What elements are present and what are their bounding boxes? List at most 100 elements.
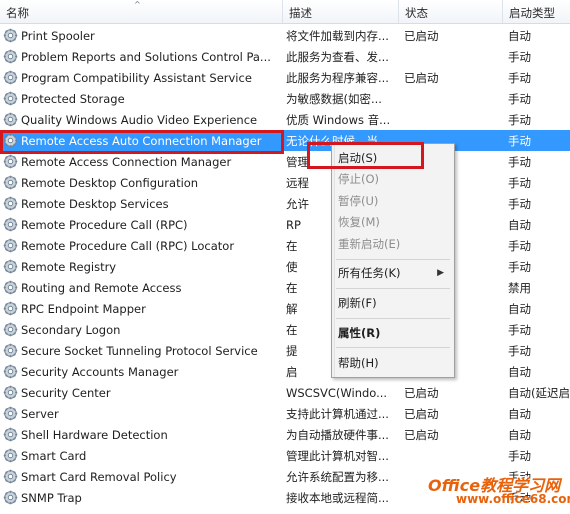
service-name: SNMP Trap xyxy=(21,491,82,505)
service-gear-icon xyxy=(3,301,18,316)
service-gear-icon xyxy=(3,133,18,148)
service-row[interactable]: Protected Storage 为敏感数据(如密... 手动 xyxy=(0,88,570,109)
service-startup-type: 手动 xyxy=(508,470,531,484)
services-list: Print Spooler 将文件加载到内存... 已启动 自动 Problem Rep… xyxy=(0,25,570,508)
service-startup-type: 手动 xyxy=(508,155,531,169)
column-header-status[interactable]: 状态 xyxy=(399,0,503,23)
service-row[interactable]: Server 支持此计算机通过... 已启动 自动 xyxy=(0,403,570,424)
context-menu: 启动(S) 停止(O) 暂停(U) 恢复(M) 重新启动(E) 所有任务(K) … xyxy=(331,143,455,378)
service-startup-type: 手动 xyxy=(508,260,531,274)
service-row[interactable]: Smart Card Removal Policy 允许系统配置为移... 手动 xyxy=(0,466,570,487)
menu-item-all-tasks[interactable]: 所有任务(K) ▶ xyxy=(338,263,450,284)
service-startup-type: 手动 xyxy=(508,323,531,337)
service-gear-icon xyxy=(3,70,18,85)
service-name: Secondary Logon xyxy=(21,323,121,337)
service-row[interactable]: Shell Hardware Detection 为自动播放硬件事... 已启动 自动 xyxy=(0,424,570,445)
service-startup-type: 手动 xyxy=(508,449,531,463)
service-description: WSCSVC(Windo... xyxy=(286,386,388,400)
service-status xyxy=(404,88,500,109)
service-name: Protected Storage xyxy=(21,92,125,106)
service-startup-type: 自动(延迟启 xyxy=(508,386,570,400)
service-startup-type: 自动 xyxy=(508,29,531,43)
service-status: 已启动 xyxy=(404,407,439,421)
service-gear-icon xyxy=(3,91,18,106)
service-status xyxy=(404,487,500,508)
menu-gutter xyxy=(332,144,335,377)
service-row[interactable]: Quality Windows Audio Video Experience 优质… xyxy=(0,109,570,130)
service-startup-type: 手动 xyxy=(508,134,531,148)
service-row[interactable]: Smart Card 管理此计算机对智... 手动 xyxy=(0,445,570,466)
column-start-label: 启动类型 xyxy=(509,6,555,20)
service-row[interactable]: Remote Procedure Call (RPC) Locator 在手动 xyxy=(0,235,570,256)
menu-item-pause[interactable]: 暂停(U) xyxy=(338,191,450,212)
menu-separator xyxy=(336,288,450,289)
service-name: Remote Access Connection Manager xyxy=(21,155,232,169)
column-header: 名称 ^ 描述 状态 启动类型 xyxy=(0,0,570,24)
service-name: Smart Card xyxy=(21,449,87,463)
column-desc-label: 描述 xyxy=(289,6,312,20)
service-row[interactable]: Remote Access Connection Manager 管理 手动 xyxy=(0,151,570,172)
service-startup-type: 手动 xyxy=(508,344,531,358)
service-row[interactable]: Security Center WSCSVC(Windo... 已启动 自动(延迟启 xyxy=(0,382,570,403)
service-name: Shell Hardware Detection xyxy=(21,428,168,442)
column-header-description[interactable]: 描述 xyxy=(283,0,399,23)
service-startup-type: 手动 xyxy=(508,197,531,211)
service-row[interactable]: Remote Access Auto Connection Manager 无论什… xyxy=(0,130,570,151)
service-gear-icon xyxy=(3,196,18,211)
service-startup-type: 自动 xyxy=(508,407,531,421)
service-gear-icon xyxy=(3,238,18,253)
service-status xyxy=(404,466,500,487)
service-row[interactable]: RPC Endpoint Mapper 解自动 xyxy=(0,298,570,319)
menu-item-help[interactable]: 帮助(H) xyxy=(338,353,450,374)
service-name: Remote Registry xyxy=(21,260,117,274)
service-status: 已启动 xyxy=(404,29,439,43)
menu-item-stop[interactable]: 停止(O) xyxy=(338,169,450,190)
column-header-startup-type[interactable]: 启动类型 xyxy=(503,0,570,23)
service-row[interactable]: Remote Desktop Services 允许 手动 xyxy=(0,193,570,214)
service-row[interactable]: SNMP Trap 接收本地或远程简... 手动 xyxy=(0,487,570,508)
column-status-label: 状态 xyxy=(405,6,428,20)
service-name: Quality Windows Audio Video Experience xyxy=(21,113,258,127)
service-gear-icon xyxy=(3,49,18,64)
service-row[interactable]: Security Accounts Manager 启自动 xyxy=(0,361,570,382)
service-status: 已启动 xyxy=(404,428,439,442)
service-row[interactable]: Remote Desktop Configuration 远程 手动 xyxy=(0,172,570,193)
service-name: RPC Endpoint Mapper xyxy=(21,302,146,316)
service-description: 将文件加载到内存... xyxy=(286,29,389,43)
service-row[interactable]: Print Spooler 将文件加载到内存... 已启动 自动 xyxy=(0,25,570,46)
service-status: 已启动 xyxy=(404,71,439,85)
service-name: Secure Socket Tunneling Protocol Service xyxy=(21,344,258,358)
service-description: 优质 Windows 音... xyxy=(286,113,391,127)
menu-item-properties[interactable]: 属性(R) xyxy=(338,323,450,344)
service-gear-icon xyxy=(3,364,18,379)
service-description: 此服务为程序兼容... xyxy=(286,71,389,85)
service-name: Problem Reports and Solutions Control Pa… xyxy=(21,50,271,64)
service-gear-icon xyxy=(3,343,18,358)
column-name-label: 名称 xyxy=(6,6,29,20)
service-gear-icon xyxy=(3,217,18,232)
service-row[interactable]: Problem Reports and Solutions Control Pa… xyxy=(0,46,570,67)
service-gear-icon xyxy=(3,322,18,337)
service-description: 允许系统配置为移... xyxy=(286,470,389,484)
column-header-name[interactable]: 名称 ^ xyxy=(0,0,283,23)
service-row[interactable]: Program Compatibility Assistant Service 此… xyxy=(0,67,570,88)
service-startup-type: 手动 xyxy=(508,71,531,85)
menu-item-restart[interactable]: 重新启动(E) xyxy=(338,234,450,255)
service-name: Remote Desktop Services xyxy=(21,197,169,211)
service-row[interactable]: Remote Registry 使手动 xyxy=(0,256,570,277)
service-description: 管理此计算机对智... xyxy=(286,449,389,463)
service-status xyxy=(404,109,500,130)
service-startup-type: 手动 xyxy=(508,176,531,190)
sort-ascending-icon: ^ xyxy=(134,0,141,9)
menu-item-start[interactable]: 启动(S) xyxy=(338,148,450,169)
service-row[interactable]: Remote Procedure Call (RPC) RP 自动 xyxy=(0,214,570,235)
service-row[interactable]: Secondary Logon 在手动 xyxy=(0,319,570,340)
service-row[interactable]: Routing and Remote Access 在禁用 xyxy=(0,277,570,298)
menu-separator xyxy=(336,347,450,348)
menu-item-refresh[interactable]: 刷新(F) xyxy=(338,293,450,314)
service-gear-icon xyxy=(3,175,18,190)
service-row[interactable]: Secure Socket Tunneling Protocol Service… xyxy=(0,340,570,361)
service-name: Routing and Remote Access xyxy=(21,281,182,295)
menu-item-resume[interactable]: 恢复(M) xyxy=(338,212,450,233)
service-name: Smart Card Removal Policy xyxy=(21,470,177,484)
